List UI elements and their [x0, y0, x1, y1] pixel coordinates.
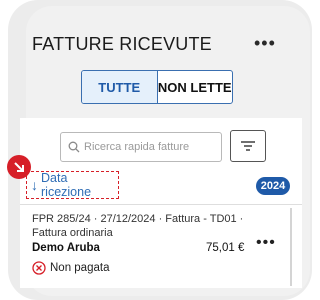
payment-status: Non pagata	[32, 261, 109, 275]
sort-arrow-down-icon: ↓	[31, 177, 38, 193]
invoice-more-button[interactable]: •••	[256, 234, 276, 252]
invoice-meta: FPR 285/24 · 27/12/2024 · Fattura - TD01…	[32, 213, 244, 239]
search-icon	[68, 141, 80, 153]
sort-label: Data ricezione	[41, 171, 92, 199]
filter-icon	[241, 141, 255, 151]
page-title: FATTURE RICEVUTE	[32, 34, 212, 54]
divider	[20, 204, 302, 205]
filter-segmented-control: TUTTE NON LETTE	[81, 70, 233, 104]
year-badge: 2024	[256, 177, 290, 195]
invoice-list-panel: Ricerca rapida fatture ↓ Data ricezione …	[20, 118, 302, 288]
invoice-supplier: Demo Aruba	[32, 242, 100, 254]
highlight-arrow-icon	[7, 155, 31, 179]
search-placeholder: Ricerca rapida fatture	[84, 141, 190, 153]
invoice-amount: 75,01 €	[206, 242, 245, 254]
unpaid-x-icon	[32, 261, 46, 275]
scrollbar[interactable]	[290, 208, 292, 286]
tab-non-lette[interactable]: NON LETTE	[158, 71, 233, 103]
sort-by-button[interactable]: ↓ Data ricezione	[26, 171, 119, 199]
tab-tutte[interactable]: TUTTE	[82, 71, 158, 103]
more-options-button[interactable]: •••	[254, 34, 276, 52]
filter-button[interactable]	[230, 130, 266, 162]
search-input[interactable]: Ricerca rapida fatture	[60, 132, 222, 162]
payment-status-label: Non pagata	[50, 262, 110, 274]
